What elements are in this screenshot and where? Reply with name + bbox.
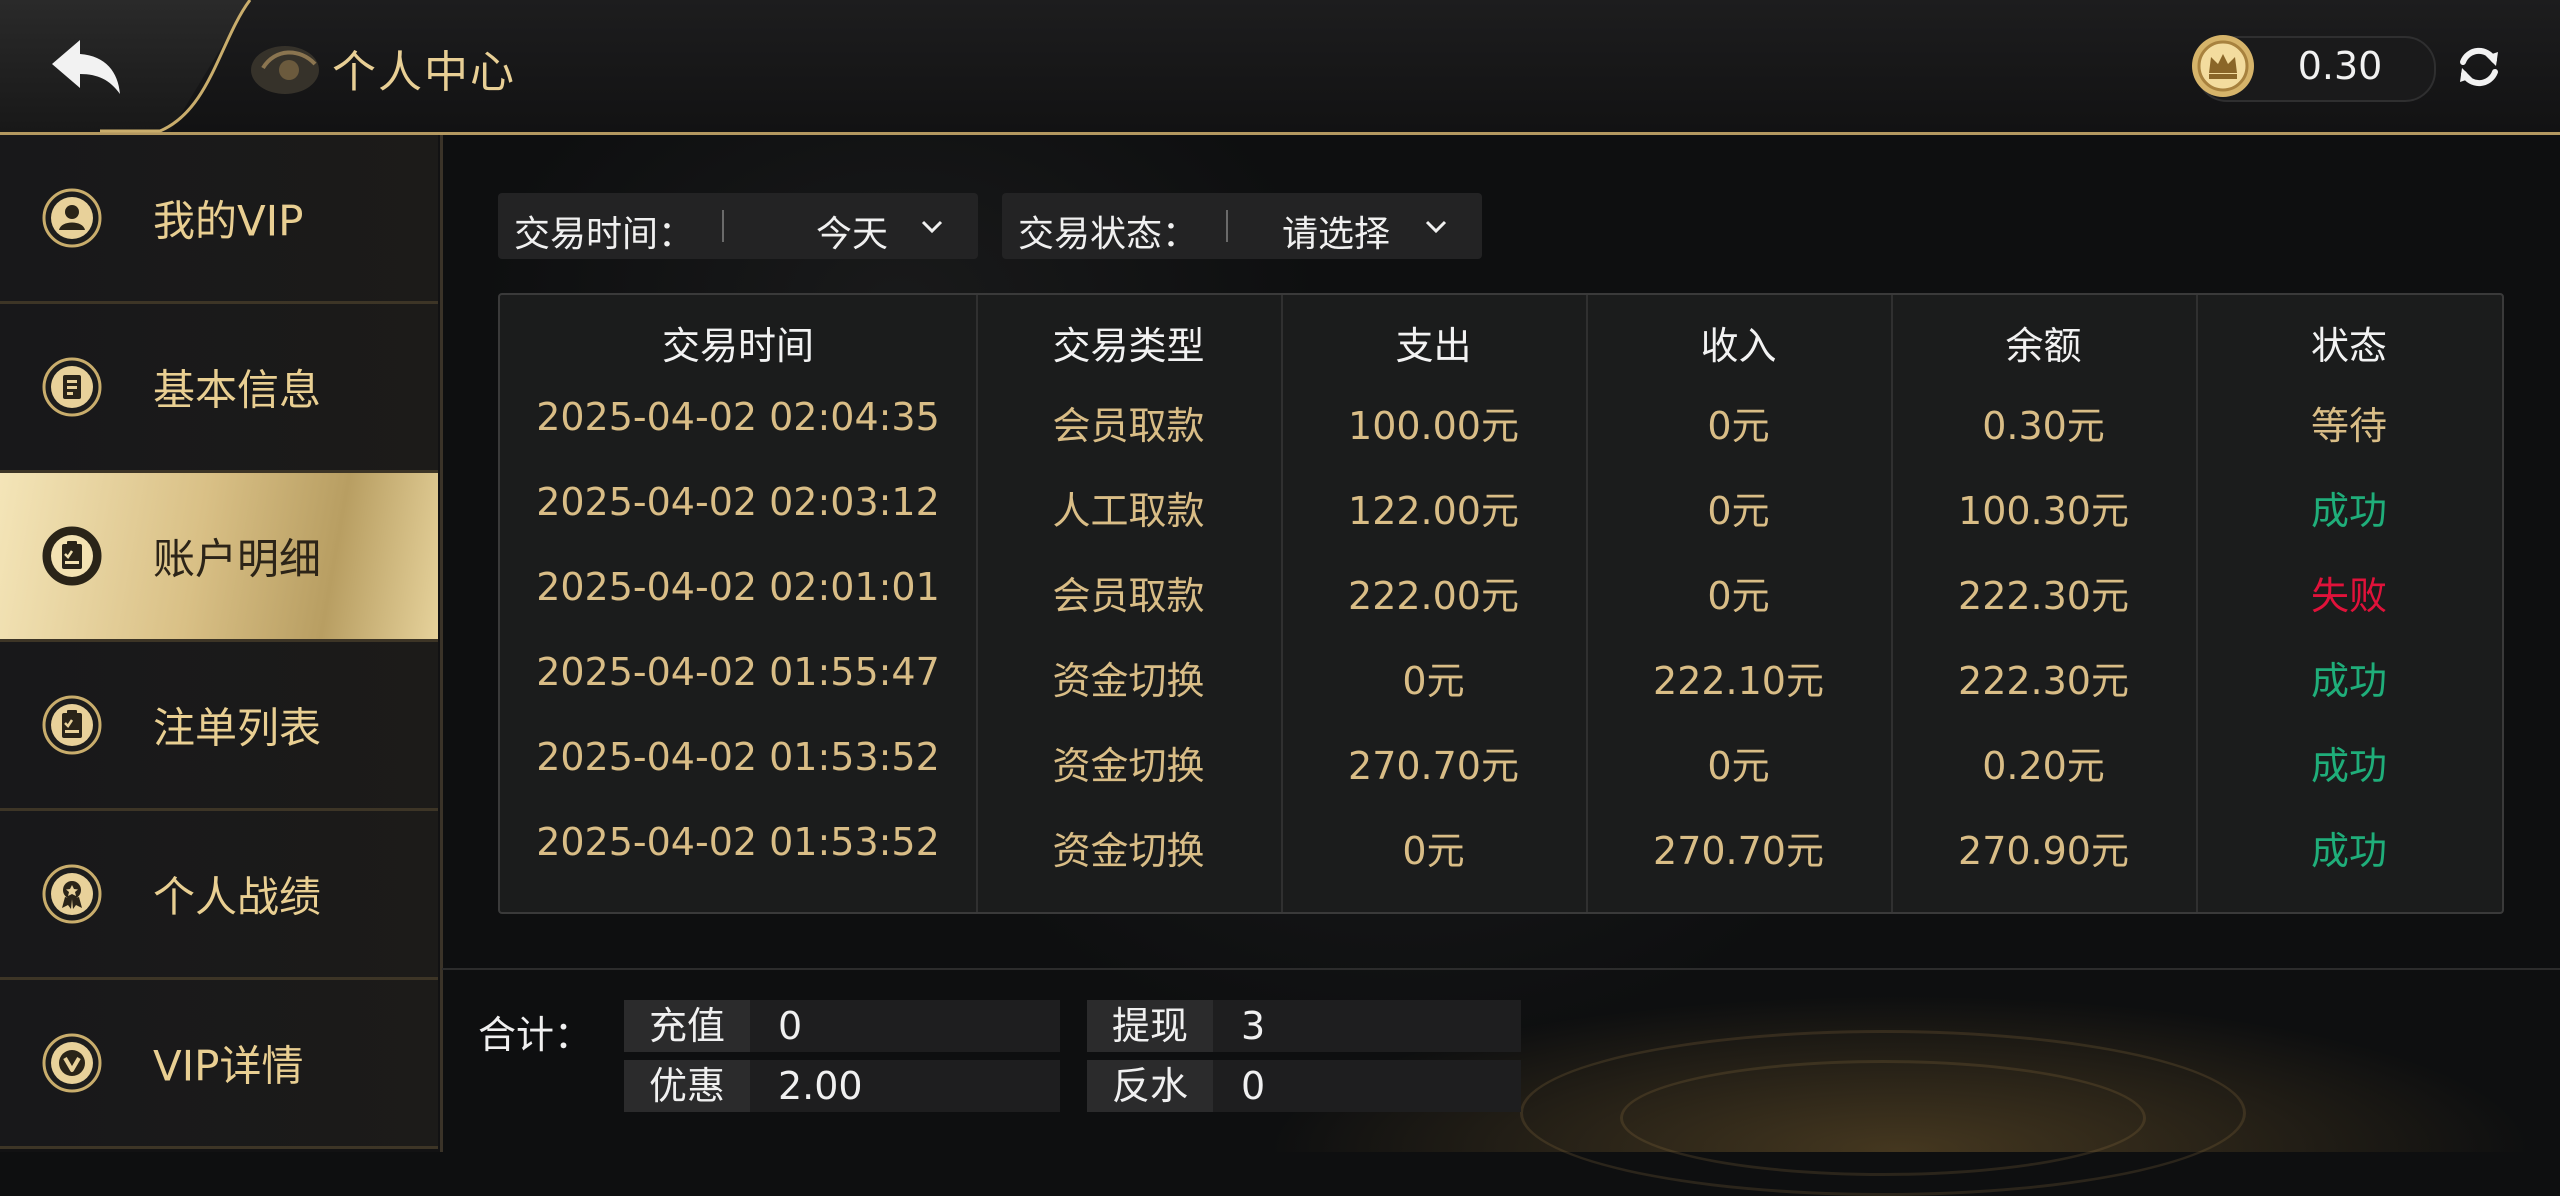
back-arrow-icon[interactable] bbox=[46, 34, 126, 98]
sidebar-item-basic-info[interactable]: 基本信息 bbox=[0, 304, 438, 473]
time-filter-value: 今天 bbox=[816, 214, 889, 255]
sidebar-item-account-details[interactable]: 账户明细 bbox=[0, 473, 438, 642]
sidebar-item-label: 我的VIP bbox=[153, 196, 304, 246]
summary-rebate-value: 0 bbox=[1241, 1064, 1266, 1108]
divider bbox=[1226, 210, 1228, 242]
table-cell: 资金切换 bbox=[1052, 829, 1205, 873]
table-cell: 会员取款 bbox=[1052, 404, 1205, 448]
column-header: 状态 bbox=[2310, 324, 2387, 368]
table-row[interactable]: 2025-04-02 01:53:52 资金切换 0元 270.70元 270.90元 成… bbox=[500, 800, 2502, 885]
summary-discount-value: 2.00 bbox=[778, 1064, 863, 1108]
column-header: 支出 bbox=[1395, 324, 1472, 368]
sidebar-item-my-vip[interactable]: 我的VIP bbox=[0, 135, 438, 304]
table-cell: 人工取款 bbox=[1052, 489, 1205, 533]
table-cell: 成功 bbox=[2310, 489, 2387, 533]
table-cell: 0.20元 bbox=[1982, 744, 2105, 788]
chevron-down-icon bbox=[921, 220, 943, 234]
summary-recharge-label: 充值 bbox=[624, 1000, 750, 1052]
table-cell: 0元 bbox=[1402, 659, 1465, 703]
sidebar-item-label: 基本信息 bbox=[153, 365, 322, 415]
sidebar-item-vip-details[interactable]: VIP详情 bbox=[0, 980, 438, 1149]
table-cell: 失败 bbox=[2310, 574, 2387, 618]
table-cell: 222.10元 bbox=[1653, 659, 1824, 703]
table-cell: 成功 bbox=[2310, 829, 2387, 873]
table-cell: 100.30元 bbox=[1958, 489, 2129, 533]
table-cell: 0元 bbox=[1707, 574, 1770, 618]
status-filter-label: 交易状态： bbox=[1018, 214, 1199, 255]
table-cell: 2025-04-02 01:55:47 bbox=[536, 650, 940, 694]
top-bar: 个人中心 0.30 bbox=[0, 0, 2560, 135]
sidebar-item-label: 个人战绩 bbox=[153, 872, 322, 922]
table-row[interactable]: 2025-04-02 02:03:12 人工取款 122.00元 0元 100.30元 成… bbox=[500, 460, 2502, 545]
column-header: 交易时间 bbox=[661, 324, 814, 368]
user-icon bbox=[42, 188, 102, 248]
table-cell: 0.30元 bbox=[1982, 404, 2105, 448]
table-cell: 2025-04-02 02:01:01 bbox=[536, 565, 940, 609]
table-cell: 0元 bbox=[1707, 489, 1770, 533]
table-row[interactable]: 2025-04-02 01:53:52 资金切换 270.70元 0元 0.20元 成功 bbox=[500, 715, 2502, 800]
clipboard-list-icon bbox=[42, 695, 102, 755]
summary-withdraw: 提现 3 bbox=[1087, 1000, 1521, 1052]
table-cell: 222.30元 bbox=[1958, 659, 2129, 703]
transactions-table[interactable]: 交易时间 交易类型 支出 收入 余额 状态 2025-04-02 02:04:3… bbox=[498, 293, 2504, 914]
sidebar-item-label: 注单列表 bbox=[153, 703, 322, 753]
column-header: 收入 bbox=[1700, 324, 1777, 368]
status-filter-value: 请选择 bbox=[1282, 214, 1391, 255]
summary-discount-label: 优惠 bbox=[624, 1060, 750, 1112]
table-cell: 成功 bbox=[2310, 659, 2387, 703]
summary-recharge-value: 0 bbox=[778, 1004, 803, 1048]
sidebar-item-personal-record[interactable]: 个人战绩 bbox=[0, 811, 438, 980]
refresh-icon[interactable] bbox=[2454, 42, 2504, 92]
id-card-icon bbox=[42, 357, 102, 417]
summary-withdraw-label: 提现 bbox=[1087, 1000, 1213, 1052]
table-cell: 2025-04-02 02:04:35 bbox=[536, 395, 940, 439]
table-cell: 等待 bbox=[2310, 404, 2387, 448]
time-filter-label: 交易时间： bbox=[514, 214, 695, 255]
column-header: 交易类型 bbox=[1052, 324, 1205, 368]
divider bbox=[442, 968, 2560, 970]
table-cell: 222.00元 bbox=[1348, 574, 1519, 618]
summary-rebate: 反水 0 bbox=[1087, 1060, 1521, 1112]
chevron-down-icon bbox=[1425, 220, 1447, 234]
table-cell: 122.00元 bbox=[1348, 489, 1519, 533]
status-filter[interactable]: 交易状态： 请选择 bbox=[1002, 193, 1482, 259]
table-cell: 2025-04-02 01:53:52 bbox=[536, 820, 940, 864]
sidebar-item-label: VIP详情 bbox=[153, 1041, 304, 1091]
table-cell: 222.30元 bbox=[1958, 574, 2129, 618]
table-cell: 2025-04-02 01:53:52 bbox=[536, 735, 940, 779]
table-cell: 成功 bbox=[2310, 744, 2387, 788]
balance-value: 0.30 bbox=[2297, 44, 2383, 88]
table-cell: 资金切换 bbox=[1052, 744, 1205, 788]
summary-recharge: 充值 0 bbox=[624, 1000, 1060, 1052]
table-row[interactable]: 2025-04-02 02:04:35 会员取款 100.00元 0元 0.30元 等待 bbox=[500, 375, 2502, 460]
column-header: 余额 bbox=[2005, 324, 2082, 368]
vip-badge-icon bbox=[42, 1033, 102, 1093]
table-cell: 270.70元 bbox=[1653, 829, 1824, 873]
medal-icon bbox=[42, 864, 102, 924]
table-row[interactable]: 2025-04-02 01:55:47 资金切换 0元 222.10元 222.30元 成… bbox=[500, 630, 2502, 715]
table-cell: 2025-04-02 02:03:12 bbox=[536, 480, 940, 524]
summary-rebate-label: 反水 bbox=[1087, 1060, 1213, 1112]
background-ring bbox=[1620, 1060, 2146, 1176]
summary-withdraw-value: 3 bbox=[1241, 1004, 1266, 1048]
crown-coin-icon bbox=[2192, 35, 2254, 97]
divider bbox=[722, 210, 724, 242]
table-cell: 270.70元 bbox=[1348, 744, 1519, 788]
table-cell: 270.90元 bbox=[1958, 829, 2129, 873]
table-cell: 会员取款 bbox=[1052, 574, 1205, 618]
time-filter[interactable]: 交易时间： 今天 bbox=[498, 193, 978, 259]
page-title: 个人中心 bbox=[332, 47, 516, 98]
clipboard-icon bbox=[42, 526, 102, 586]
table-cell: 100.00元 bbox=[1348, 404, 1519, 448]
table-cell: 0元 bbox=[1707, 404, 1770, 448]
table-row[interactable]: 2025-04-02 02:01:01 会员取款 222.00元 0元 222.30元 失… bbox=[500, 545, 2502, 630]
sidebar-item-label: 账户明细 bbox=[153, 534, 322, 584]
summary-title: 合计： bbox=[478, 1013, 593, 1057]
summary-discount: 优惠 2.00 bbox=[624, 1060, 1060, 1112]
sidebar-item-bet-list[interactable]: 注单列表 bbox=[0, 642, 438, 811]
table-cell: 资金切换 bbox=[1052, 659, 1205, 703]
table-cell: 0元 bbox=[1402, 829, 1465, 873]
table-cell: 0元 bbox=[1707, 744, 1770, 788]
sidebar: 我的VIP 基本信息 账户明细 注单列表 个人战绩 VIP详情 bbox=[0, 135, 443, 1152]
